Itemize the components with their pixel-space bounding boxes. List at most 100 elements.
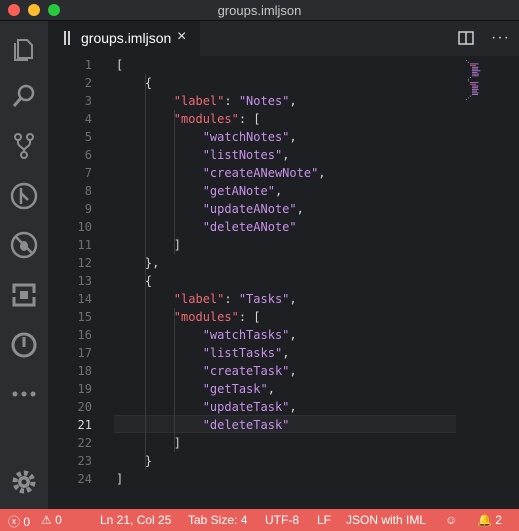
- line-number: 17: [77, 346, 92, 360]
- minimap-line: [472, 92, 479, 94]
- code-line: {: [116, 76, 153, 90]
- line-number: 15: [77, 310, 92, 324]
- json-punctuation: ,: [274, 184, 283, 198]
- json-key: "label": [173, 94, 225, 108]
- code-editor[interactable]: 1 2 3 4 5 6 7 8 9 10 11 12 13 14 15 16 17 18 19 20 21 22 23 24 …: [48, 56, 519, 509]
- minimap-line: [472, 75, 479, 77]
- indent-guide: [173, 110, 175, 254]
- search-icon[interactable]: [9, 81, 39, 111]
- json-punctuation: ,: [282, 346, 290, 360]
- more-icon[interactable]: [9, 379, 39, 409]
- line-number: 3: [84, 94, 92, 108]
- minimap-line: [470, 82, 479, 84]
- indent-guide: [144, 74, 146, 470]
- json-punctuation: :: [238, 112, 254, 126]
- json-punctuation: [: [253, 112, 261, 126]
- notifications[interactable]: 🔔 2: [477, 513, 502, 527]
- json-punctuation: ,: [289, 292, 297, 306]
- feedback-smiley-icon[interactable]: ☺: [445, 513, 457, 527]
- minimap-line: [472, 87, 478, 89]
- json-string: "listNotes": [202, 148, 283, 162]
- title-bar: groups.imljson: [0, 0, 519, 21]
- json-punctuation: ,: [282, 148, 290, 162]
- line-number: 20: [77, 400, 92, 414]
- code-line: [: [116, 58, 124, 72]
- gear-icon[interactable]: [9, 467, 39, 497]
- minimap-line: [466, 99, 467, 101]
- code-line: },: [116, 256, 160, 270]
- split-editor-icon[interactable]: [458, 31, 474, 45]
- minimap[interactable]: [464, 58, 484, 102]
- code-line: "createTask",: [116, 362, 297, 380]
- json-string: "updateANote": [202, 202, 297, 216]
- errors-status[interactable]: ⓧ 0: [8, 513, 30, 530]
- line-number: 16: [77, 328, 92, 342]
- json-punctuation: ,: [267, 382, 275, 396]
- minimap-line: [470, 77, 471, 78]
- json-punctuation: [116, 130, 203, 144]
- file-icon: [64, 31, 70, 45]
- json-punctuation: [116, 364, 203, 378]
- line-number: 19: [77, 382, 92, 396]
- line-number: 5: [84, 130, 92, 144]
- minimap-line: [470, 63, 479, 65]
- minimap-line: [468, 61, 469, 63]
- json-punctuation: ,: [289, 400, 297, 414]
- window-title: groups.imljson: [217, 3, 302, 18]
- json-punctuation: [116, 346, 203, 360]
- debug-icon[interactable]: [9, 181, 39, 211]
- extensions-bug-icon[interactable]: [9, 230, 39, 260]
- minimap-line: [472, 88, 479, 90]
- remote-box-icon[interactable]: [9, 280, 39, 310]
- line-number: 22: [77, 436, 92, 450]
- minimap-line: [468, 80, 469, 82]
- source-control-icon[interactable]: [9, 131, 39, 161]
- json-string: "createANewNote": [202, 166, 319, 180]
- status-bar: ⓧ 0 ⚠ 0 Ln 21, Col 25 Tab Size: 4 UTF-8 …: [0, 509, 519, 531]
- warnings-status[interactable]: ⚠ 0: [41, 513, 62, 527]
- tab-groups-imljson[interactable]: groups.imljson ×: [48, 21, 200, 56]
- code-line: "label": "Notes",: [116, 92, 297, 110]
- code-line: ]: [116, 436, 182, 450]
- code-line: "createANewNote",: [116, 164, 326, 182]
- line-number: 24: [77, 472, 92, 486]
- minimap-line: [470, 95, 471, 97]
- json-punctuation: ,: [289, 94, 297, 108]
- line-number: 6: [84, 148, 92, 162]
- line-number: 8: [84, 184, 92, 198]
- code-line: "getTask",: [116, 380, 275, 398]
- json-punctuation: [116, 418, 203, 432]
- json-string: "deleteTask": [202, 418, 290, 432]
- json-string: "watchTasks": [202, 328, 290, 342]
- json-string: "listTasks": [202, 346, 283, 360]
- cursor-position[interactable]: Ln 21, Col 25: [100, 513, 171, 527]
- json-string: "updateTask": [202, 400, 290, 414]
- json-key: "modules": [173, 112, 239, 126]
- more-actions-icon[interactable]: ···: [491, 29, 510, 47]
- minimap-line: [472, 73, 479, 75]
- minimap-line: [470, 83, 476, 85]
- end-of-line[interactable]: LF: [317, 513, 331, 527]
- code-line: "watchNotes",: [116, 128, 297, 146]
- tab-bar: groups.imljson × ···: [48, 21, 519, 56]
- minimap-line: [472, 90, 477, 92]
- indent-guide: [173, 308, 175, 452]
- explorer-icon[interactable]: [9, 33, 39, 63]
- json-punctuation: [116, 382, 203, 396]
- language-mode[interactable]: JSON with IML: [346, 513, 426, 527]
- bell-icon: 🔔: [477, 513, 492, 527]
- code-line: "modules": [: [116, 110, 261, 128]
- json-punctuation: ,: [289, 328, 297, 342]
- line-number: 11: [77, 238, 92, 252]
- tab-size[interactable]: Tab Size: 4: [188, 513, 247, 527]
- encoding[interactable]: UTF-8: [265, 513, 299, 527]
- json-string: "watchNotes": [202, 130, 290, 144]
- close-icon[interactable]: ×: [177, 29, 186, 45]
- warning-icon: ⚠: [41, 513, 52, 527]
- power-icon[interactable]: [9, 330, 39, 360]
- json-string: "Tasks": [238, 292, 290, 306]
- code-line: }: [116, 454, 153, 468]
- code-line: "listTasks",: [116, 344, 290, 362]
- json-string: "deleteANote": [202, 220, 297, 234]
- line-number: 10: [77, 220, 92, 234]
